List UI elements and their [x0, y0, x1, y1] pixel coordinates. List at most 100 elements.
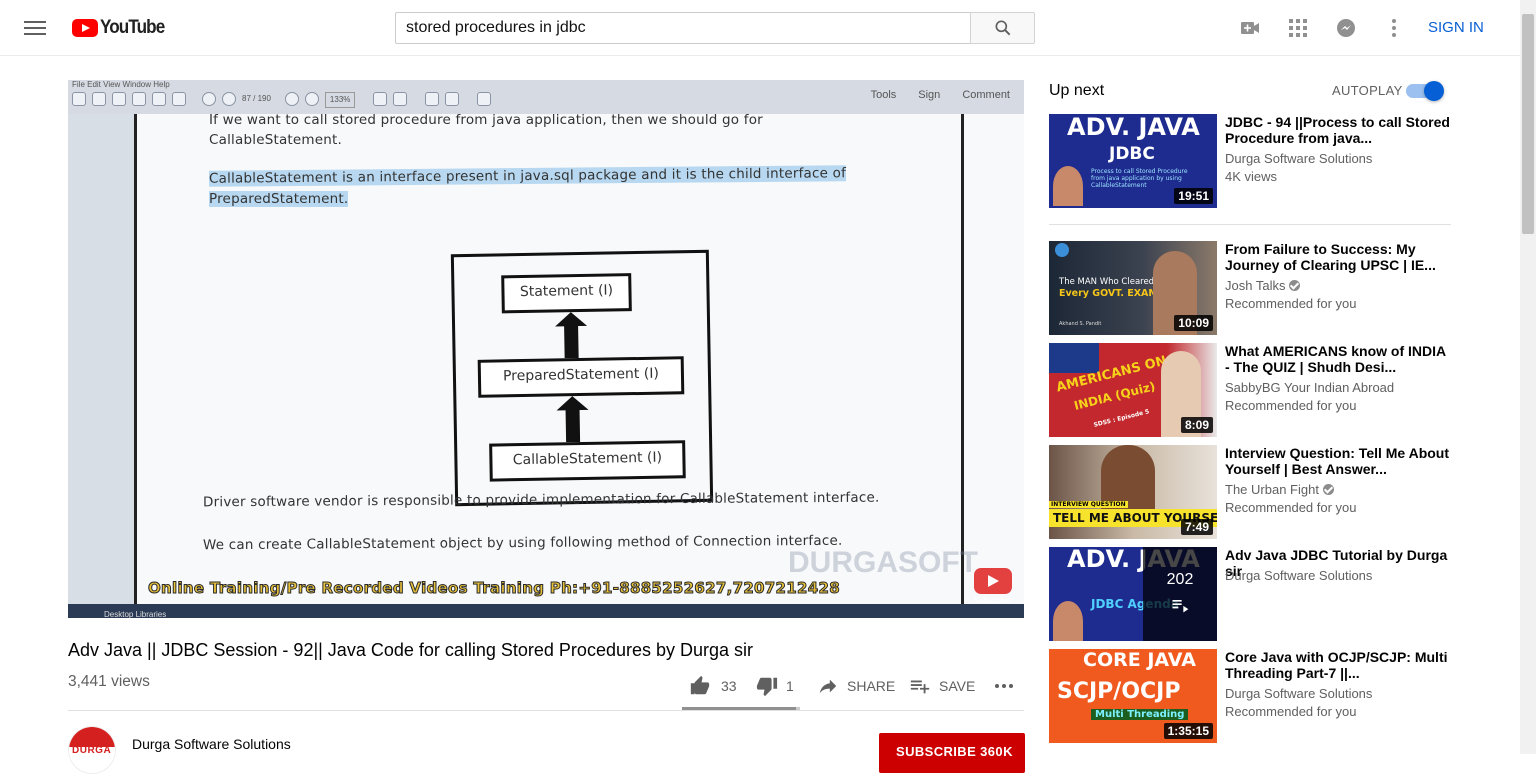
- pdf-right-tools: Tools Sign Comment: [871, 89, 1010, 101]
- recommended-video[interactable]: The MAN Who Cleared Every GOVT. EXAM Akh…: [1049, 241, 1451, 335]
- channel-name[interactable]: SabbyBG Your Indian Abroad: [1225, 380, 1394, 395]
- playlist-thumbnail[interactable]: ADV. JAVA JDBC Agenda 202: [1049, 547, 1217, 641]
- thumb-text: The MAN Who Cleared: [1059, 277, 1155, 287]
- youtube-play-icon: [72, 19, 98, 37]
- playlist-overlay: 202: [1143, 547, 1217, 641]
- search-button[interactable]: [970, 12, 1035, 44]
- channel-name[interactable]: Durga Software Solutions: [1225, 686, 1372, 701]
- page-line-1: If we want to call stored procedure from…: [209, 112, 763, 128]
- video-player[interactable]: File Edit View Window Help 87 / 190 133%…: [68, 80, 1024, 618]
- callable-statement-box: CallableStatement (I): [489, 440, 686, 482]
- verified-icon: [1322, 484, 1334, 495]
- arrow-up-icon: [565, 408, 581, 443]
- top-bar: YouTube stored procedures in jdbc SIGN I…: [0, 0, 1520, 56]
- thumb-subtext: Every GOVT. EXAM: [1059, 288, 1158, 299]
- share-button[interactable]: SHARE: [817, 674, 895, 698]
- subscribe-button[interactable]: SUBSCRIBE 360K: [879, 733, 1025, 773]
- video-thumbnail[interactable]: The MAN Who Cleared Every GOVT. EXAM Akh…: [1049, 241, 1217, 335]
- video-thumbnail[interactable]: ADV. JAVA JDBC Process to call Stored Pr…: [1049, 114, 1217, 208]
- recommended-video[interactable]: ADV. JAVA JDBC Process to call Stored Pr…: [1049, 114, 1451, 208]
- channel-name[interactable]: Durga Software Solutions: [1225, 151, 1372, 166]
- dislike-count: 1: [786, 678, 794, 694]
- hamburger-menu-icon[interactable]: [24, 18, 46, 38]
- more-vert-icon[interactable]: [1382, 16, 1406, 40]
- recommended-video[interactable]: INTERVIEW QUESTION TELL ME ABOUT YOURSEL…: [1049, 445, 1451, 539]
- thumb-small-text: Multi Threading: [1091, 709, 1189, 720]
- video-duration: 7:49: [1180, 519, 1213, 535]
- thumb-small-text: SDSS : Episode 5: [1093, 408, 1151, 429]
- dislike-button[interactable]: 1: [756, 674, 794, 698]
- recommended-video[interactable]: CORE JAVA SCJP/OCJP Multi Threading 1:35…: [1049, 649, 1451, 743]
- separator: [1049, 224, 1451, 225]
- video-title[interactable]: JDBC - 94 ||Process to call Stored Proce…: [1225, 114, 1451, 146]
- channel-name-text: The Urban Fight: [1225, 482, 1319, 497]
- share-icon: [819, 679, 837, 694]
- youtube-watermark-icon[interactable]: [974, 568, 1012, 594]
- save-button[interactable]: SAVE: [909, 674, 975, 698]
- youtube-logo[interactable]: YouTube: [72, 17, 171, 39]
- video-meta: Recommended for you: [1225, 500, 1357, 515]
- video-title[interactable]: Core Java with OCJP/SCJP: Multi Threadin…: [1225, 649, 1451, 681]
- video-thumbnail[interactable]: INTERVIEW QUESTION TELL ME ABOUT YOURSEL…: [1049, 445, 1217, 539]
- video-title[interactable]: Interview Question: Tell Me About Yourse…: [1225, 445, 1451, 477]
- autoplay-label: AUTOPLAY: [1332, 83, 1403, 98]
- share-label: SHARE: [847, 678, 896, 694]
- sign-in-button[interactable]: SIGN IN: [1428, 19, 1484, 36]
- channel-name[interactable]: Josh Talks: [1225, 278, 1301, 293]
- video-title[interactable]: What AMERICANS know of INDIA - The QUIZ …: [1225, 343, 1451, 375]
- thumb-subtext: SCJP/OCJP: [1057, 679, 1181, 704]
- thumbs-down-icon: [756, 677, 778, 697]
- presenter-photo: [1053, 166, 1083, 206]
- create-video-icon[interactable]: [1238, 16, 1262, 40]
- pdf-left-panel: [68, 114, 134, 604]
- page-scrollbar[interactable]: [1520, 0, 1536, 754]
- video-thumbnail[interactable]: CORE JAVA SCJP/OCJP Multi Threading 1:35…: [1049, 649, 1217, 743]
- video-duration: 1:35:15: [1163, 723, 1213, 739]
- page-line-3: CallableStatement is an interface presen…: [208, 165, 847, 187]
- video-duration: 8:09: [1180, 417, 1213, 433]
- save-label: SAVE: [939, 678, 976, 694]
- search-input[interactable]: stored procedures in jdbc: [395, 12, 971, 44]
- scrollbar-thumb[interactable]: [1522, 14, 1534, 234]
- taskbar-text: Desktop Libraries: [104, 610, 167, 618]
- page-line-2: CallableStatement.: [209, 132, 343, 148]
- thumb-subtext: JDBC: [1109, 144, 1155, 164]
- thumb-text: CORE JAVA: [1083, 649, 1196, 671]
- josh-talks-logo-icon: [1055, 243, 1069, 257]
- view-count: 3,441 views: [68, 673, 150, 690]
- page-line-5: Driver software vendor is responsible to…: [202, 489, 880, 511]
- more-actions-button[interactable]: [992, 674, 1016, 698]
- divider: [68, 710, 1024, 711]
- more-horiz-icon: [995, 684, 1013, 688]
- video-title: Adv Java || JDBC Session - 92|| Java Cod…: [68, 640, 754, 660]
- durgasoft-watermark: DURGASOFT: [788, 546, 978, 579]
- thumb-small-text: Process to call Stored Procedure from ja…: [1091, 168, 1188, 189]
- channel-name[interactable]: Durga Software Solutions: [132, 736, 291, 752]
- page-line-6: We can create CallableStatement object b…: [202, 532, 843, 554]
- video-duration: 19:51: [1174, 188, 1213, 204]
- presenter-photo: [1053, 601, 1083, 641]
- playlist-count: 202: [1166, 571, 1194, 588]
- us-flag-canton: [1049, 343, 1099, 373]
- video-duration: 10:09: [1174, 315, 1213, 331]
- video-meta: Recommended for you: [1225, 704, 1357, 719]
- channel-name[interactable]: Durga Software Solutions: [1225, 568, 1372, 583]
- recommended-playlist[interactable]: ADV. JAVA JDBC Agenda 202 Adv Java JDBC …: [1049, 547, 1451, 641]
- video-meta: Recommended for you: [1225, 296, 1357, 311]
- pdf-tools-label: Tools: [870, 89, 897, 101]
- like-button[interactable]: 33: [689, 674, 737, 698]
- autoplay-toggle[interactable]: [1406, 81, 1444, 101]
- video-thumbnail[interactable]: AMERICANS ON INDIA (Quiz) SDSS : Episode…: [1049, 343, 1217, 437]
- apps-grid-icon[interactable]: [1286, 16, 1310, 40]
- messages-icon[interactable]: [1334, 16, 1358, 40]
- channel-avatar[interactable]: DURGA: [68, 726, 116, 774]
- pdf-tool-icons: 87 / 190 133%: [72, 92, 492, 108]
- video-title[interactable]: From Failure to Success: My Journey of C…: [1225, 241, 1451, 273]
- playlist-icon: [1172, 600, 1189, 613]
- verified-icon: [1289, 280, 1301, 291]
- recommended-video[interactable]: AMERICANS ON INDIA (Quiz) SDSS : Episode…: [1049, 343, 1451, 437]
- pdf-sign-label: Sign: [918, 89, 941, 101]
- page-line-4: PreparedStatement.: [209, 191, 349, 207]
- subscribe-watermark: Subscribe: [974, 596, 1010, 605]
- channel-name[interactable]: The Urban Fight: [1225, 482, 1334, 497]
